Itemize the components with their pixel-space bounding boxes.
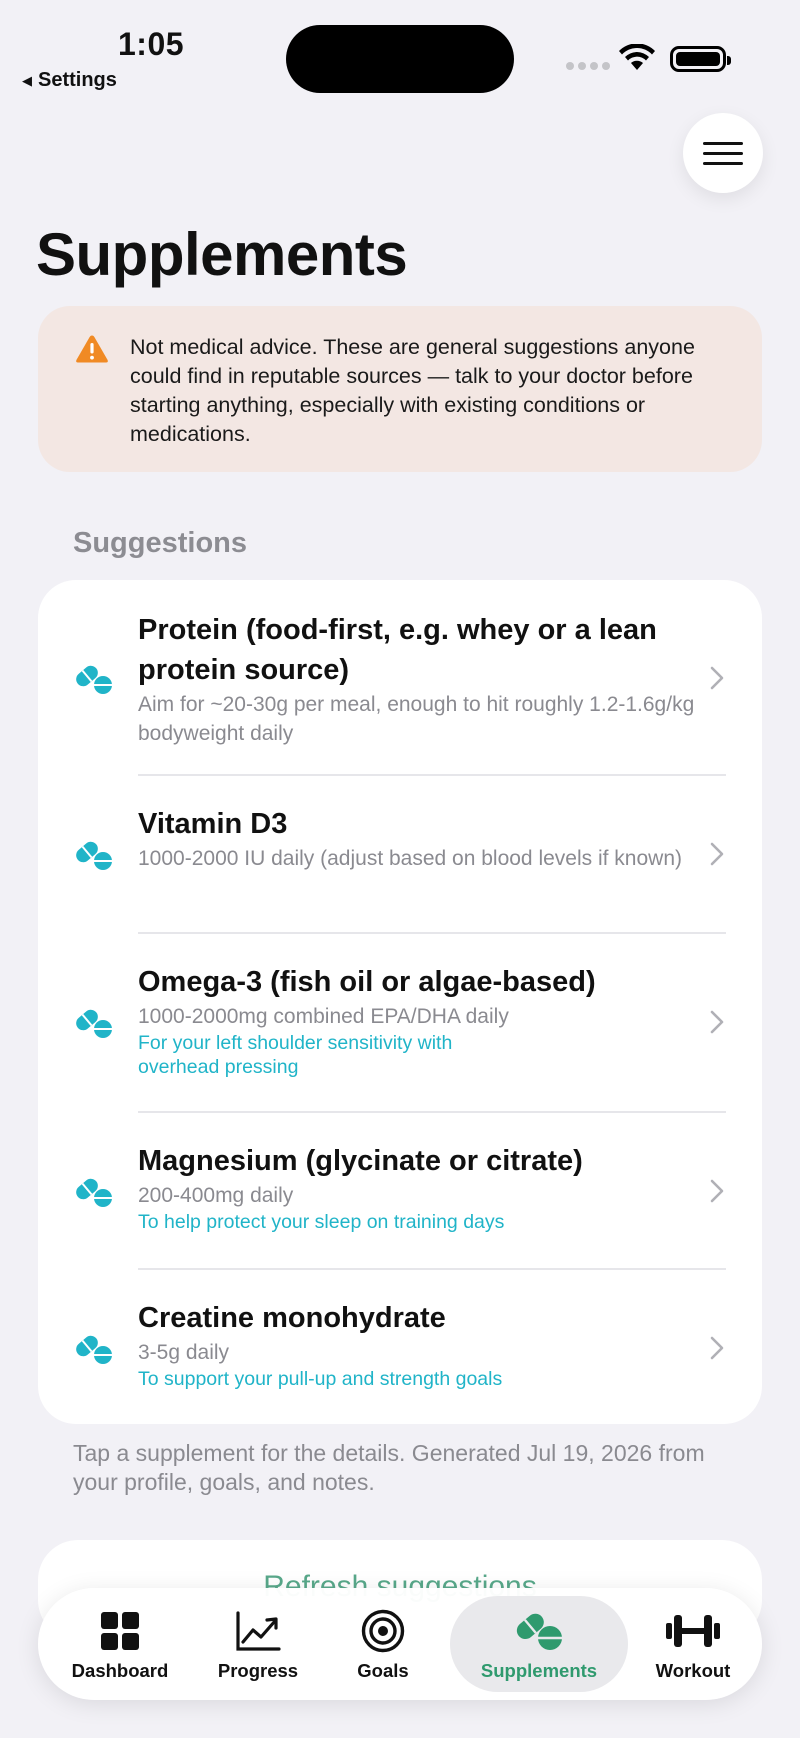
tab-label: Supplements — [480, 1660, 598, 1681]
tab-label: Dashboard — [71, 1660, 169, 1681]
chart-trend-icon — [236, 1611, 281, 1651]
cellular-signal-icon — [566, 62, 610, 70]
supplement-row-vitamin-d3[interactable]: Vitamin D3 1000-2000 IU daily (adjust ba… — [38, 776, 762, 932]
supplement-row-omega-3[interactable]: Omega-3 (fish oil or algae-based) 1000-2… — [38, 934, 762, 1112]
supplement-name: Magnesium (glycinate or citrate) — [138, 1145, 583, 1177]
section-label-suggestions: Suggestions — [73, 527, 248, 559]
suggestions-card: Protein (food-first, e.g. whey or a lean… — [38, 580, 762, 1424]
tab-goals[interactable]: Goals — [333, 1588, 433, 1700]
supplement-dose: 3-5g daily — [138, 1341, 230, 1364]
tab-supplements[interactable]: Supplements — [450, 1588, 628, 1700]
pills-icon — [516, 1613, 562, 1650]
dumbbell-icon — [666, 1615, 720, 1647]
supplement-name: Protein (food-first, e.g. whey or a lean… — [138, 614, 657, 686]
pill-icon — [76, 1009, 112, 1038]
supplement-reason: To help protect your sleep on training d… — [138, 1211, 505, 1233]
supplement-name: Creatine monohydrate — [138, 1302, 446, 1334]
status-time: 1:05 — [118, 26, 185, 62]
grid-icon — [101, 1612, 139, 1650]
supplement-row-creatine[interactable]: Creatine monohydrate 3-5g daily To suppo… — [38, 1270, 762, 1424]
tab-label: Workout — [655, 1660, 731, 1681]
tab-label: Goals — [357, 1660, 409, 1681]
supplement-dose: Aim for ~20-30g per meal, enough to hit … — [138, 693, 695, 745]
tab-progress[interactable]: Progress — [203, 1588, 313, 1700]
back-label: Settings — [38, 69, 117, 91]
supplement-name: Vitamin D3 — [138, 808, 288, 840]
supplement-dose: 200-400mg daily — [138, 1184, 294, 1207]
menu-button[interactable] — [683, 113, 763, 193]
pill-icon — [76, 841, 112, 870]
supplements-screen: 1:05 ◀ Settings Supplements Not medical … — [0, 0, 800, 1738]
dynamic-island — [286, 25, 514, 93]
chevron-right-icon — [710, 666, 724, 690]
supplement-dose: 1000-2000 IU daily (adjust based on bloo… — [138, 847, 683, 870]
chevron-right-icon — [710, 842, 724, 866]
menu-line — [703, 151, 743, 155]
page-title: Supplements — [36, 221, 408, 288]
pill-icon — [76, 1335, 112, 1364]
supplement-row-protein[interactable]: Protein (food-first, e.g. whey or a lean… — [38, 580, 762, 775]
chevron-right-icon — [710, 1010, 724, 1034]
chevron-right-icon — [710, 1336, 724, 1360]
supplement-name: Omega-3 (fish oil or algae-based) — [138, 966, 596, 998]
supplement-dose: 1000-2000mg combined EPA/DHA daily — [138, 1005, 509, 1028]
battery-icon — [670, 46, 731, 72]
back-triangle-icon: ◀ — [22, 72, 32, 88]
chevron-right-icon — [710, 1179, 724, 1203]
wifi-icon — [619, 44, 655, 70]
back-to-settings-link[interactable]: ◀ Settings — [22, 69, 117, 92]
tab-workout[interactable]: Workout — [638, 1588, 748, 1700]
disclaimer-text: Not medical advice. These are general su… — [130, 335, 695, 446]
tab-label: Progress — [217, 1660, 299, 1681]
supplement-reason: To support your pull-up and strength goa… — [138, 1368, 503, 1390]
generated-note: Tap a supplement for the details. Genera… — [73, 1440, 705, 1495]
menu-line — [703, 161, 743, 165]
pill-icon — [76, 1178, 112, 1207]
pill-icon — [76, 665, 112, 694]
target-icon — [361, 1609, 405, 1653]
menu-line — [703, 141, 743, 145]
supplement-row-magnesium[interactable]: Magnesium (glycinate or citrate) 200-400… — [38, 1113, 762, 1269]
warning-triangle-icon — [76, 335, 108, 363]
medical-disclaimer-banner: Not medical advice. These are general su… — [38, 306, 762, 472]
tab-bar: Dashboard Progress Goals Supplements Wor… — [38, 1588, 762, 1700]
tab-dashboard[interactable]: Dashboard — [60, 1588, 180, 1700]
supplement-reason: For your left shoulder sensitivity with … — [138, 1032, 453, 1078]
